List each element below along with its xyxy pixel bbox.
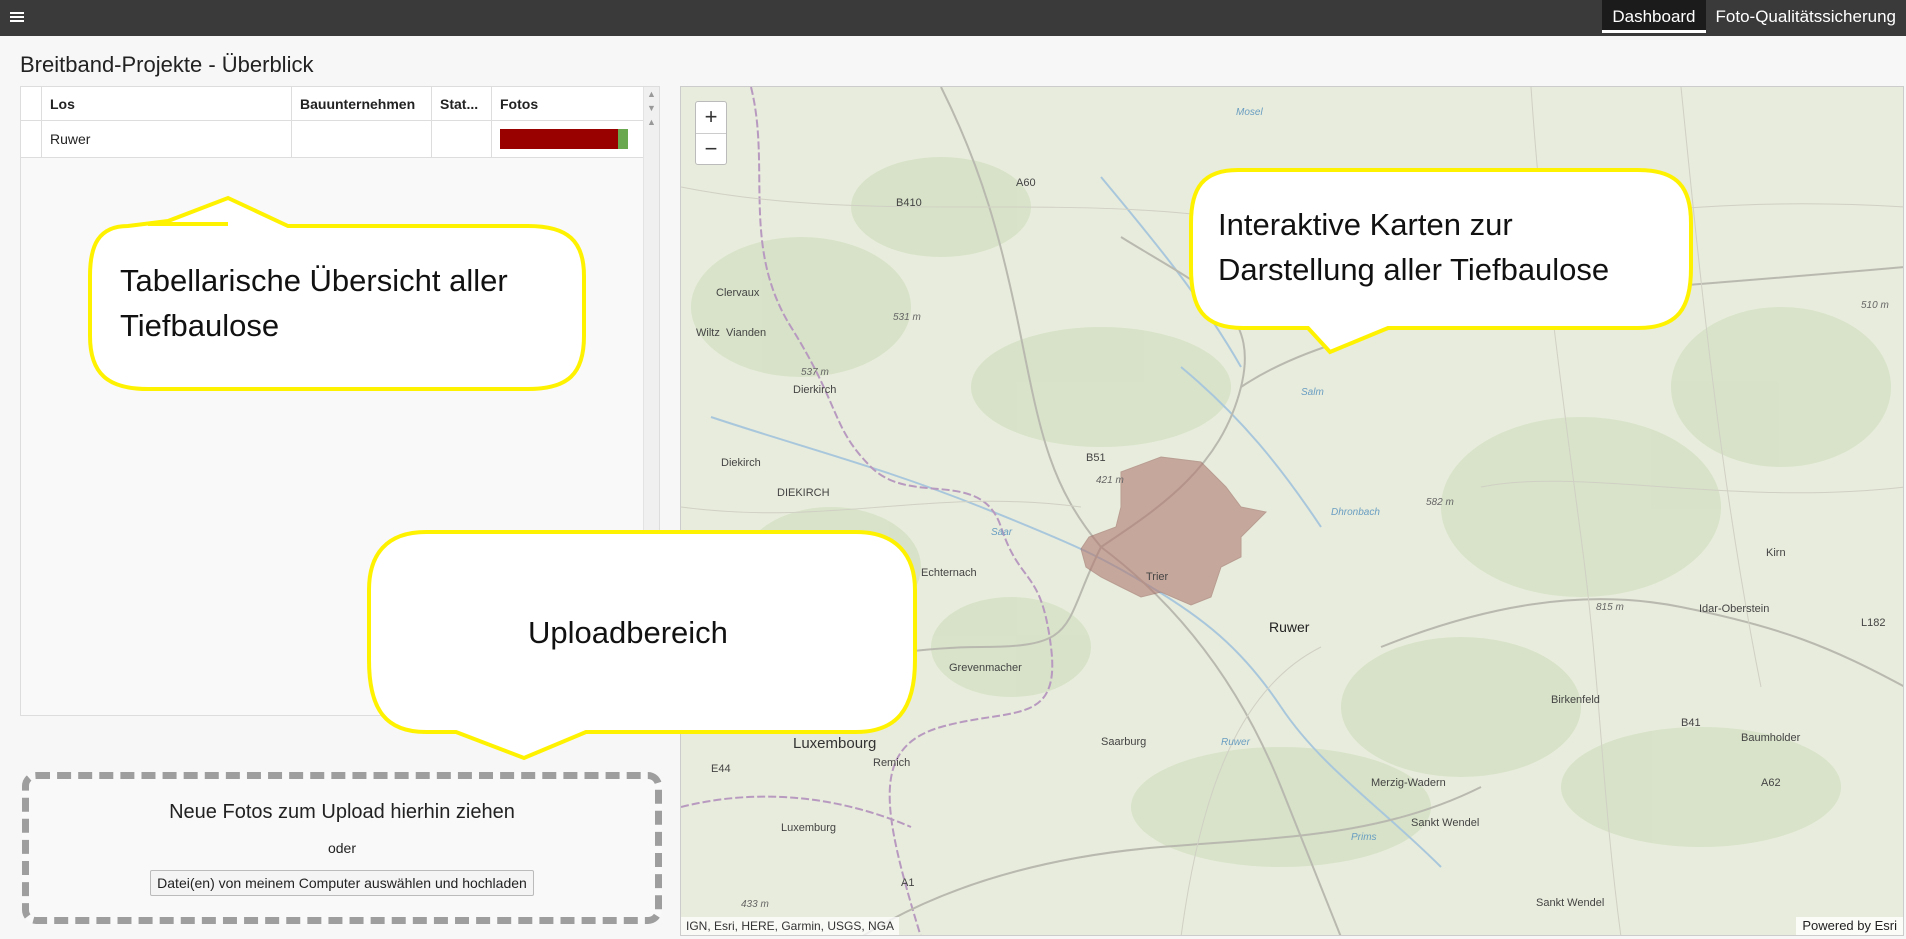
callout-table-line-1: Tabellarische Übersicht aller <box>120 263 508 298</box>
callout-map: Interaktive Karten zur Darstellung aller… <box>1188 168 1694 355</box>
callout-upload: Uploadbereich <box>366 530 918 762</box>
road-label: A62 <box>1761 777 1781 789</box>
place-label: Dierkirch <box>793 384 837 396</box>
road-label: L182 <box>1861 617 1886 629</box>
table-header: Los Bauunternehmen Stat... Fotos <box>21 87 644 121</box>
place-label: Luxemburg <box>781 822 837 834</box>
place-label: Vianden <box>726 327 767 339</box>
column-header-bauunternehmen[interactable]: Bauunternehmen <box>292 87 432 120</box>
place-label: Sankt Wendel <box>1411 817 1480 829</box>
top-navigation-bar: Dashboard Foto-Qualitätssicherung <box>0 0 1906 36</box>
elevation-label: 433 m <box>741 899 769 910</box>
callout-table-line-2: Tiefbaulose <box>120 308 280 343</box>
nav-tabs: Dashboard Foto-Qualitätssicherung <box>1602 0 1906 33</box>
column-header-status[interactable]: Stat... <box>432 87 492 120</box>
place-label: Sankt Wendel <box>1536 897 1605 909</box>
place-label: Birkenfeld <box>1551 694 1600 706</box>
callout-map-line-1: Interaktive Karten zur <box>1218 207 1513 242</box>
place-label: DIEKIRCH <box>777 487 830 499</box>
place-label: Idar-Oberstein <box>1699 603 1770 615</box>
row-selector[interactable] <box>21 121 42 157</box>
callout-map-line-2: Darstellung aller Tiefbaulose <box>1218 252 1610 287</box>
page-title: Breitband-Projekte - Überblick <box>20 52 314 77</box>
select-files-button[interactable]: Datei(en) von meinem Computer auswählen … <box>150 870 534 896</box>
elevation-label: 531 m <box>893 312 921 323</box>
cell-status <box>432 121 492 157</box>
place-label: Clervaux <box>716 287 760 299</box>
scroll-up-icon[interactable]: ▲ <box>644 115 659 129</box>
road-label: B410 <box>896 197 922 209</box>
cell-fotos <box>492 121 644 157</box>
place-label: Saarburg <box>1101 736 1147 748</box>
cell-bauunternehmen <box>292 121 432 157</box>
place-label: Trier <box>1146 571 1169 583</box>
elevation-label: 510 m <box>1861 300 1889 311</box>
table-row[interactable]: Ruwer <box>21 121 644 158</box>
list-icon[interactable] <box>10 12 24 24</box>
upload-dropzone[interactable]: Neue Fotos zum Upload hierhin ziehen ode… <box>22 772 662 924</box>
zoom-out-button[interactable]: − <box>696 133 726 164</box>
upload-title: Neue Fotos zum Upload hierhin ziehen <box>169 801 515 823</box>
callout-table: Tabellarische Übersicht aller Tiefbaulos… <box>88 195 588 392</box>
column-header-los[interactable]: Los <box>42 87 292 120</box>
callout-upload-text: Uploadbereich <box>528 615 728 650</box>
row-selector-header[interactable] <box>21 87 42 120</box>
column-header-fotos[interactable]: Fotos <box>492 87 644 120</box>
fotos-progress-green <box>617 129 628 149</box>
elevation-label: 582 m <box>1426 497 1454 508</box>
tab-foto-qualitaetssicherung[interactable]: Foto-Qualitätssicherung <box>1706 0 1906 33</box>
road-label: B41 <box>1681 717 1701 729</box>
fotos-progress-red <box>500 129 618 149</box>
road-label: B51 <box>1086 452 1106 464</box>
road-label: A1 <box>901 877 915 889</box>
elevation-label: 421 m <box>1096 475 1124 486</box>
upload-or-text: oder <box>327 840 357 856</box>
place-label: Wiltz <box>696 327 720 339</box>
fotos-progress-bar <box>500 129 628 149</box>
zoom-in-button[interactable]: + <box>696 102 726 133</box>
river-label: Dhronbach <box>1331 507 1380 518</box>
river-label: Ruwer <box>1221 737 1250 748</box>
zoom-control: + − <box>695 101 727 165</box>
place-label: Kirn <box>1766 547 1786 559</box>
river-label: Saar <box>991 527 1013 538</box>
tab-dashboard[interactable]: Dashboard <box>1602 0 1706 33</box>
scroll-up-icon[interactable]: ▲ <box>644 87 659 101</box>
road-label: A60 <box>1016 177 1036 189</box>
place-label: Echternach <box>921 567 977 579</box>
elevation-label: 537 m <box>801 367 829 378</box>
place-label: Baumholder <box>1741 732 1801 744</box>
powered-by-esri[interactable]: Powered by Esri <box>1796 917 1903 935</box>
river-label: Prims <box>1351 832 1377 843</box>
region-label-ruwer[interactable]: Ruwer <box>1269 619 1309 635</box>
map-attribution: IGN, Esri, HERE, Garmin, USGS, NGA <box>681 917 900 935</box>
river-label: Salm <box>1301 387 1324 398</box>
scroll-down-icon[interactable]: ▼ <box>644 101 659 115</box>
road-label: E44 <box>711 763 731 775</box>
place-label: Grevenmacher <box>949 662 1022 674</box>
place-label: Merzig-Wadern <box>1371 777 1446 789</box>
elevation-label: 815 m <box>1596 602 1624 613</box>
cell-los: Ruwer <box>42 121 292 157</box>
place-label: Diekirch <box>721 457 761 469</box>
river-label: Mosel <box>1236 107 1263 118</box>
